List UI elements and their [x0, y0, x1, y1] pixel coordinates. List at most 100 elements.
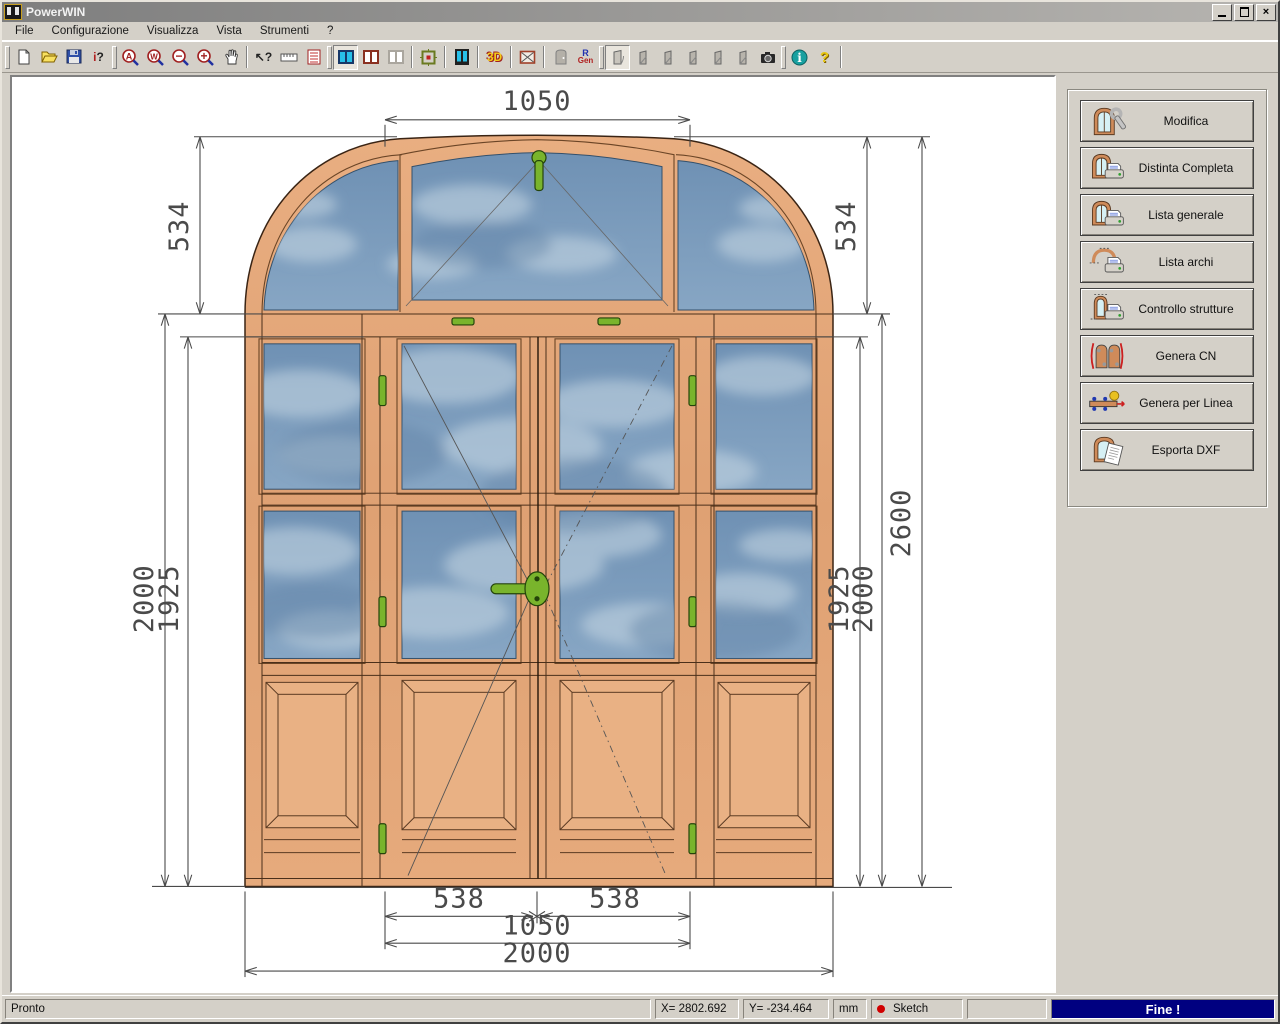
drawing-canvas[interactable]: 1050 534 534 2000 1925 1925 — [10, 75, 1056, 993]
cross-box-icon — [518, 48, 537, 67]
genera-cn-button[interactable]: Genera CN — [1080, 335, 1254, 377]
zoom-all-icon: A — [121, 48, 140, 67]
zoom-out-button[interactable]: − — [168, 45, 193, 70]
minimize-button[interactable] — [1212, 4, 1232, 21]
view-gray-button[interactable] — [383, 45, 408, 70]
open-folder-icon — [40, 48, 58, 66]
lista-generale-label: Lista generale — [1129, 208, 1249, 222]
menu-help[interactable]: ? — [318, 23, 342, 39]
modifica-button[interactable]: Modifica — [1080, 100, 1254, 142]
help-icon: ? — [820, 49, 829, 66]
door-view-6-button[interactable] — [730, 45, 755, 70]
toolbar-separator — [444, 46, 446, 68]
view-3d-button[interactable]: 3D — [482, 45, 507, 70]
door-view-1-button[interactable] — [605, 45, 630, 70]
delete-frame-button[interactable] — [515, 45, 540, 70]
modifica-label: Modifica — [1129, 114, 1249, 128]
three-d-icon: 3D — [487, 50, 502, 64]
action-panel: Modifica Distinta Completa Lista general… — [1056, 75, 1278, 993]
window-wrench-icon — [1085, 103, 1129, 139]
close-button[interactable]: × — [1256, 4, 1276, 21]
new-document-button[interactable] — [11, 45, 36, 70]
main-area: 1050 534 534 2000 1925 1925 — [2, 73, 1278, 995]
dim-top-width: 1050 — [502, 86, 571, 117]
title-bar: PowerWIN × — [2, 2, 1278, 22]
esporta-dxf-button[interactable]: Esporta DXF — [1080, 429, 1254, 471]
view-outline-button[interactable] — [358, 45, 383, 70]
view-frame-button[interactable] — [333, 45, 358, 70]
context-help-button[interactable]: ↖? — [251, 45, 276, 70]
door-view-4-button[interactable] — [680, 45, 705, 70]
door-drawing: 1050 534 534 2000 1925 1925 — [12, 77, 1050, 993]
section-view-button[interactable] — [449, 45, 474, 70]
window-printer-icon — [1085, 197, 1129, 233]
frame-target-button[interactable] — [416, 45, 441, 70]
toolbar-grip[interactable] — [5, 46, 10, 69]
save-button[interactable] — [61, 45, 86, 70]
door-view-icon — [634, 48, 652, 66]
toolbar-grip[interactable] — [327, 46, 332, 69]
snapshot-button[interactable] — [755, 45, 780, 70]
menu-configurazione[interactable]: Configurazione — [43, 23, 138, 39]
pan-hand-icon — [222, 48, 240, 66]
finish-banner[interactable]: Fine ! — [1051, 999, 1275, 1019]
door-hinge — [379, 376, 386, 406]
toolbar-separator — [411, 46, 413, 68]
dim-left-inner: 1925 — [154, 564, 185, 633]
report-button[interactable] — [301, 45, 326, 70]
controllo-strutture-button[interactable]: Controllo strutture — [1080, 288, 1254, 330]
powerwin-window: PowerWIN × File Configurazione Visualizz… — [0, 0, 1280, 1024]
menu-vista[interactable]: Vista — [207, 23, 250, 39]
zoom-in-icon: + — [196, 48, 215, 67]
dim-leaf-left: 538 — [433, 883, 485, 914]
toolbar: i? A W − + ↖? 3D RGen i ? — [2, 41, 1278, 73]
door-hinge — [689, 824, 696, 854]
window-printer-icon — [1085, 150, 1129, 186]
window-gray-icon — [387, 48, 405, 66]
toolbar-grip[interactable] — [781, 46, 786, 69]
window-blue-icon — [337, 48, 355, 66]
mode-indicator: Sketch — [871, 999, 963, 1019]
lista-generale-button[interactable]: Lista generale — [1080, 194, 1254, 236]
coordinate-x: X= 2802.692 — [655, 999, 739, 1019]
measure-button[interactable] — [276, 45, 301, 70]
toolbar-separator — [246, 46, 248, 68]
door-view-2-button[interactable] — [630, 45, 655, 70]
menu-strumenti[interactable]: Strumenti — [251, 23, 318, 39]
toolbar-grip[interactable] — [599, 46, 604, 69]
zoom-all-button[interactable]: A — [118, 45, 143, 70]
controllo-strutture-label: Controllo strutture — [1129, 302, 1249, 316]
genera-per-linea-button[interactable]: Genera per Linea — [1080, 382, 1254, 424]
pan-button[interactable] — [218, 45, 243, 70]
info-button[interactable]: i — [787, 45, 812, 70]
help-button[interactable]: ? — [812, 45, 837, 70]
action-group-box: Modifica Distinta Completa Lista general… — [1067, 89, 1267, 507]
about-button[interactable]: i? — [86, 45, 111, 70]
zoom-window-button[interactable]: W — [143, 45, 168, 70]
door-view-icon — [709, 48, 727, 66]
zoom-in-button[interactable]: + — [193, 45, 218, 70]
restore-button[interactable] — [1234, 4, 1254, 21]
toolbar-separator — [477, 46, 479, 68]
distinta-completa-button[interactable]: Distinta Completa — [1080, 147, 1254, 189]
esporta-dxf-label: Esporta DXF — [1129, 443, 1249, 457]
record-dot-icon — [877, 1005, 885, 1013]
open-button[interactable] — [36, 45, 61, 70]
app-icon — [4, 4, 22, 20]
genera-per-linea-label: Genera per Linea — [1129, 396, 1249, 410]
door-view-icon — [734, 48, 752, 66]
arch-printer-icon — [1085, 244, 1129, 280]
door-hinge — [689, 597, 696, 627]
door-tool-button[interactable] — [548, 45, 573, 70]
menu-file[interactable]: File — [6, 23, 43, 39]
svg-text:−: − — [175, 49, 182, 63]
toolbar-grip[interactable] — [112, 46, 117, 69]
lista-archi-button[interactable]: Lista archi — [1080, 241, 1254, 283]
door-view-3-button[interactable] — [655, 45, 680, 70]
report-list-icon — [305, 48, 323, 66]
r-gen-button[interactable]: RGen — [573, 45, 598, 70]
door-view-5-button[interactable] — [705, 45, 730, 70]
window-panes-icon — [453, 48, 471, 66]
close-icon: × — [1263, 7, 1269, 17]
menu-visualizza[interactable]: Visualizza — [138, 23, 208, 39]
